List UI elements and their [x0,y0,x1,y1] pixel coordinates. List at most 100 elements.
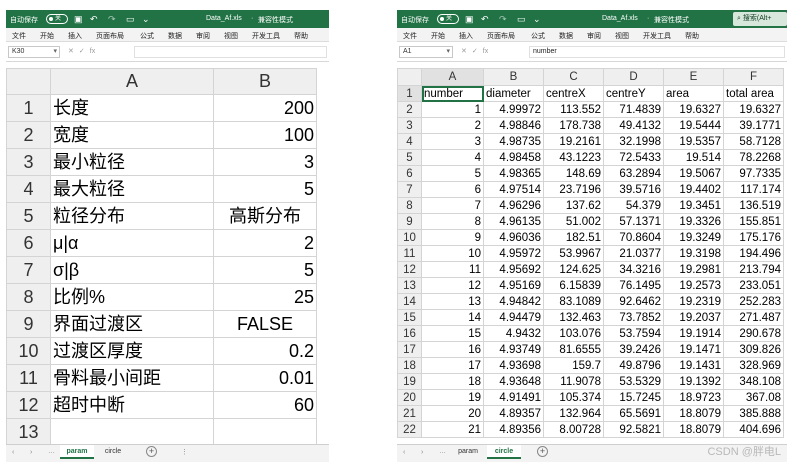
header-cell[interactable]: number [421,85,484,102]
menu-item[interactable]: 文件 [12,31,26,41]
cell[interactable]: 19.5444 [663,117,724,134]
cell[interactable]: 4.95169 [483,277,544,294]
cell[interactable]: 175.176 [723,229,784,246]
cell[interactable]: 8.00728 [543,421,604,438]
row-header[interactable]: 2 [6,121,51,149]
row-header[interactable]: 9 [397,213,422,230]
cell[interactable] [213,418,317,446]
menu-item[interactable]: 帮助 [685,31,699,41]
column-header[interactable]: E [663,68,724,86]
name-box[interactable]: K30 ▾ [8,46,60,58]
cell[interactable]: 3 [213,148,317,176]
add-sheet-icon[interactable]: + [146,446,157,457]
cell[interactable]: 348.108 [723,373,784,390]
cell[interactable]: 18 [421,373,484,390]
menu-item[interactable]: 页面布局 [96,31,124,41]
row-header[interactable]: 8 [6,283,51,311]
cell[interactable]: 14 [421,309,484,326]
menu-item[interactable]: 数据 [168,31,182,41]
row-header[interactable]: 16 [397,325,422,342]
cell[interactable]: 113.552 [543,101,604,118]
cell[interactable]: 54.379 [603,197,664,214]
cell[interactable]: 8 [421,213,484,230]
row-header[interactable]: 10 [6,337,51,365]
row-header[interactable]: 21 [397,405,422,422]
cell[interactable]: 超时中断 [50,391,214,419]
cell[interactable]: 367.08 [723,389,784,406]
cell[interactable]: 105.374 [543,389,604,406]
cell[interactable]: 4.89357 [483,405,544,422]
row-header[interactable]: 8 [397,197,422,214]
cell[interactable]: 19.6327 [723,101,784,118]
row-header[interactable]: 1 [6,94,51,122]
cell[interactable]: 233.051 [723,277,784,294]
cell[interactable]: 4.99972 [483,101,544,118]
row-header[interactable]: 11 [6,364,51,392]
cell[interactable]: 19.1392 [663,373,724,390]
row-header[interactable]: 13 [397,277,422,294]
cell[interactable]: 4.93698 [483,357,544,374]
select-all-corner[interactable] [6,68,51,95]
cell[interactable]: 11 [421,261,484,278]
cell[interactable]: 16 [421,341,484,358]
row-header[interactable]: 9 [6,310,51,338]
row-header[interactable]: 15 [397,309,422,326]
cell[interactable]: 4.91491 [483,389,544,406]
cell[interactable]: 132.964 [543,405,604,422]
header-cell[interactable]: centreX [543,85,604,102]
cell[interactable]: 19.2161 [543,133,604,150]
row-header[interactable]: 7 [6,256,51,284]
redo-icon[interactable]: ↷ [499,13,507,25]
cell[interactable]: 252.283 [723,293,784,310]
cell[interactable]: 39.2426 [603,341,664,358]
cell[interactable]: 58.7128 [723,133,784,150]
cell[interactable]: 21 [421,421,484,438]
cell[interactable]: 19.6327 [663,101,724,118]
cell[interactable]: 17 [421,357,484,374]
cell[interactable]: 19.3249 [663,229,724,246]
cell[interactable]: 63.2894 [603,165,664,182]
cell[interactable]: 4.93648 [483,373,544,390]
cell[interactable]: 15.7245 [603,389,664,406]
cell[interactable]: 92.5821 [603,421,664,438]
autosave-toggle[interactable]: 关 [437,14,459,24]
cell[interactable]: 81.6555 [543,341,604,358]
cell[interactable]: 4.97514 [483,181,544,198]
cell[interactable]: 19.2319 [663,293,724,310]
sheet-tab-circle[interactable]: circle [96,445,130,459]
row-header[interactable]: 17 [397,341,422,358]
cell[interactable]: 19.5067 [663,165,724,182]
cell[interactable]: 过渡区厚度 [50,337,214,365]
menu-item[interactable]: 开发工具 [643,31,671,41]
row-header[interactable]: 10 [397,229,422,246]
redo-icon[interactable]: ↷ [108,13,116,25]
search-input[interactable]: ⌕ 搜索(Alt+ [733,12,787,26]
cell[interactable]: 3 [421,133,484,150]
cell[interactable]: 70.8604 [603,229,664,246]
cell[interactable]: 34.3216 [603,261,664,278]
cell[interactable]: 0.2 [213,337,317,365]
cell[interactable]: 213.794 [723,261,784,278]
cell[interactable]: 117.174 [723,181,784,198]
cell[interactable]: 148.69 [543,165,604,182]
menu-item[interactable]: 文件 [403,31,417,41]
cell[interactable]: 136.519 [723,197,784,214]
cell[interactable]: 9 [421,229,484,246]
menu-item[interactable]: 帮助 [294,31,308,41]
row-header[interactable]: 18 [397,357,422,374]
cell[interactable]: 53.9967 [543,245,604,262]
cell[interactable]: 76.1495 [603,277,664,294]
prev-sheet-icon[interactable]: ‹ [403,449,405,456]
column-header[interactable]: D [603,68,664,86]
name-box[interactable]: A1 ▾ [399,46,453,58]
customize-icon[interactable]: ⌄ [142,13,150,25]
cell[interactable]: FALSE [213,310,317,338]
header-cell[interactable]: total area [723,85,784,102]
cell[interactable]: 19.1431 [663,357,724,374]
cell[interactable]: 83.1089 [543,293,604,310]
cell[interactable]: 65.5691 [603,405,664,422]
cell[interactable] [50,418,214,446]
cell[interactable]: 19.3326 [663,213,724,230]
menu-item[interactable]: 视图 [224,31,238,41]
cell[interactable]: 最小粒径 [50,148,214,176]
